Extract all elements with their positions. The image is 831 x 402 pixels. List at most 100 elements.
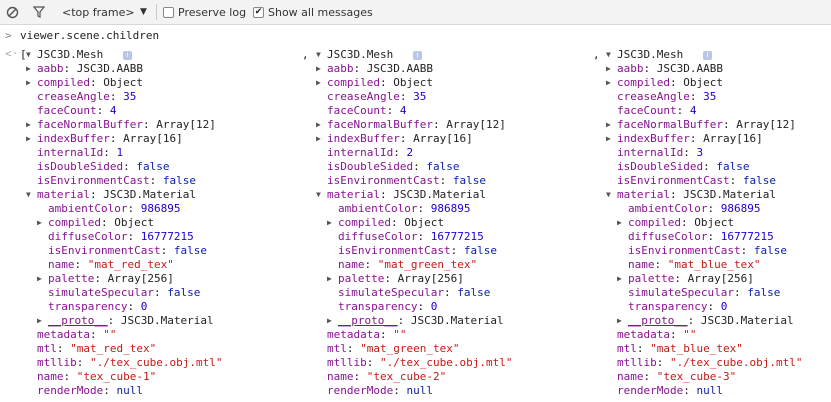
key-separator: : — [103, 146, 117, 159]
property-text: renderMode: null — [37, 384, 143, 398]
key-separator: : — [109, 90, 124, 103]
property-text: isDoubleSided: false — [617, 160, 749, 174]
expand-down-icon[interactable]: ▼ — [316, 188, 321, 202]
property-key: indexBuffer — [617, 132, 690, 145]
expand-right-icon[interactable]: ▶ — [26, 62, 31, 76]
property-value: Array[12] — [156, 118, 216, 131]
key-separator: : — [379, 188, 394, 201]
expand-right-icon[interactable]: ▶ — [327, 216, 332, 230]
property-text: simulateSpecular: false — [338, 286, 490, 300]
key-separator: : — [393, 384, 407, 397]
expand-right-icon[interactable]: ▶ — [37, 272, 42, 286]
preserve-log-toggle[interactable]: Preserve log — [163, 0, 246, 24]
key-separator: : — [346, 342, 361, 355]
key-separator: : — [76, 356, 90, 369]
key-separator: : — [417, 230, 431, 243]
clear-console-icon[interactable] — [4, 0, 20, 24]
expand-right-icon[interactable]: ▶ — [316, 62, 321, 76]
key-separator: : — [96, 104, 110, 117]
property-key: name — [617, 370, 644, 383]
expand-right-icon[interactable]: ▶ — [606, 62, 611, 76]
property-key: creaseAngle — [37, 90, 110, 103]
expand-right-icon[interactable]: ▶ — [606, 118, 611, 132]
expand-down-icon[interactable]: ▼ — [26, 48, 31, 62]
property-text: material: JSC3D.Material — [617, 188, 776, 202]
show-all-messages-checkbox[interactable]: ✔ — [253, 6, 264, 18]
property-key: transparency — [338, 300, 418, 313]
expand-right-icon[interactable]: ▶ — [316, 132, 321, 146]
expand-right-icon[interactable]: ▶ — [316, 118, 321, 132]
chevron-down-icon[interactable]: ▼ — [140, 0, 147, 24]
property-key: palette — [628, 272, 675, 285]
key-separator: : — [707, 300, 721, 313]
property-key: faceNormalBuffer — [327, 118, 433, 131]
key-separator: : — [384, 272, 398, 285]
property-key: __proto__ — [338, 314, 398, 327]
frame-selector[interactable]: <top frame> — [62, 0, 135, 24]
mesh-object-2: ▼ JSC3D.Mesh i ▶ aabb: JSC3D.AABB ▶ compiled: … — [316, 48, 586, 398]
property-key: name — [628, 258, 655, 271]
key-separator: : — [153, 286, 168, 299]
property-key: material — [617, 188, 670, 201]
expand-down-icon[interactable]: ▼ — [26, 188, 31, 202]
show-all-messages-label: Show all messages — [268, 5, 373, 19]
expand-right-icon[interactable]: ▶ — [617, 272, 622, 286]
key-separator: : — [722, 118, 737, 131]
property-text: creaseAngle: 35 — [37, 90, 136, 104]
expand-right-icon[interactable]: ▶ — [26, 76, 31, 90]
expand-right-icon[interactable]: ▶ — [37, 216, 42, 230]
expand-right-icon[interactable]: ▶ — [617, 314, 622, 328]
property-value: "" — [103, 328, 117, 341]
key-separator: : — [687, 314, 701, 327]
expand-right-icon[interactable]: ▶ — [606, 132, 611, 146]
property-text: compiled: Object — [37, 76, 143, 90]
property-key: mtl — [617, 342, 637, 355]
property-key: compiled — [628, 216, 681, 229]
key-separator: : — [353, 62, 367, 75]
property-value: 0 — [430, 300, 438, 313]
key-separator: : — [364, 258, 378, 271]
expand-down-icon[interactable]: ▼ — [606, 48, 611, 62]
expand-right-icon[interactable]: ▶ — [327, 314, 332, 328]
property-text: mtl: "mat_green_tex" — [327, 342, 459, 356]
property-key: compiled — [617, 76, 670, 89]
expand-down-icon[interactable]: ▼ — [606, 188, 611, 202]
key-separator: : — [103, 384, 117, 397]
property-key: simulateSpecular — [338, 286, 444, 299]
property-key: transparency — [48, 300, 128, 313]
expand-right-icon[interactable]: ▶ — [37, 314, 42, 328]
expand-right-icon[interactable]: ▶ — [26, 118, 31, 132]
property-text: faceNormalBuffer: Array[12] — [37, 118, 216, 132]
key-separator: : — [100, 216, 115, 229]
filter-icon[interactable] — [32, 0, 46, 24]
property-text: isEnvironmentCast: false — [327, 174, 486, 188]
expand-right-icon[interactable]: ▶ — [316, 76, 321, 90]
property-value: false — [753, 244, 787, 257]
expand-right-icon[interactable]: ▶ — [26, 132, 31, 146]
property-value: false — [136, 160, 170, 173]
expand-right-icon[interactable]: ▶ — [617, 216, 622, 230]
key-separator: : — [443, 286, 458, 299]
property-value: Array[12] — [446, 118, 506, 131]
mesh-object-1: ▼ JSC3D.Mesh i ▶ aabb: JSC3D.AABB ▶ compiled: … — [26, 48, 296, 398]
show-all-messages-toggle[interactable]: ✔ Show all messages — [253, 0, 373, 24]
expand-right-icon[interactable]: ▶ — [606, 76, 611, 90]
key-separator: : — [107, 314, 121, 327]
property-text: __proto__: JSC3D.Material — [628, 314, 794, 328]
expand-down-icon[interactable]: ▼ — [316, 48, 321, 62]
property-value: false — [167, 286, 201, 299]
property-text: internalId: 3 — [617, 146, 703, 160]
preserve-log-checkbox[interactable] — [163, 6, 174, 18]
property-text: transparency: 0 — [338, 300, 437, 314]
key-separator: : — [703, 160, 717, 173]
expand-right-icon[interactable]: ▶ — [327, 272, 332, 286]
key-separator: : — [127, 300, 141, 313]
key-separator: : — [683, 384, 697, 397]
property-key: compiled — [327, 76, 380, 89]
property-text: aabb: JSC3D.AABB — [617, 62, 723, 76]
property-value: false — [426, 160, 460, 173]
property-text: palette: Array[256] — [628, 272, 754, 286]
property-text: faceNormalBuffer: Array[12] — [617, 118, 796, 132]
info-icon: i — [703, 51, 712, 60]
property-value: "" — [683, 328, 697, 341]
